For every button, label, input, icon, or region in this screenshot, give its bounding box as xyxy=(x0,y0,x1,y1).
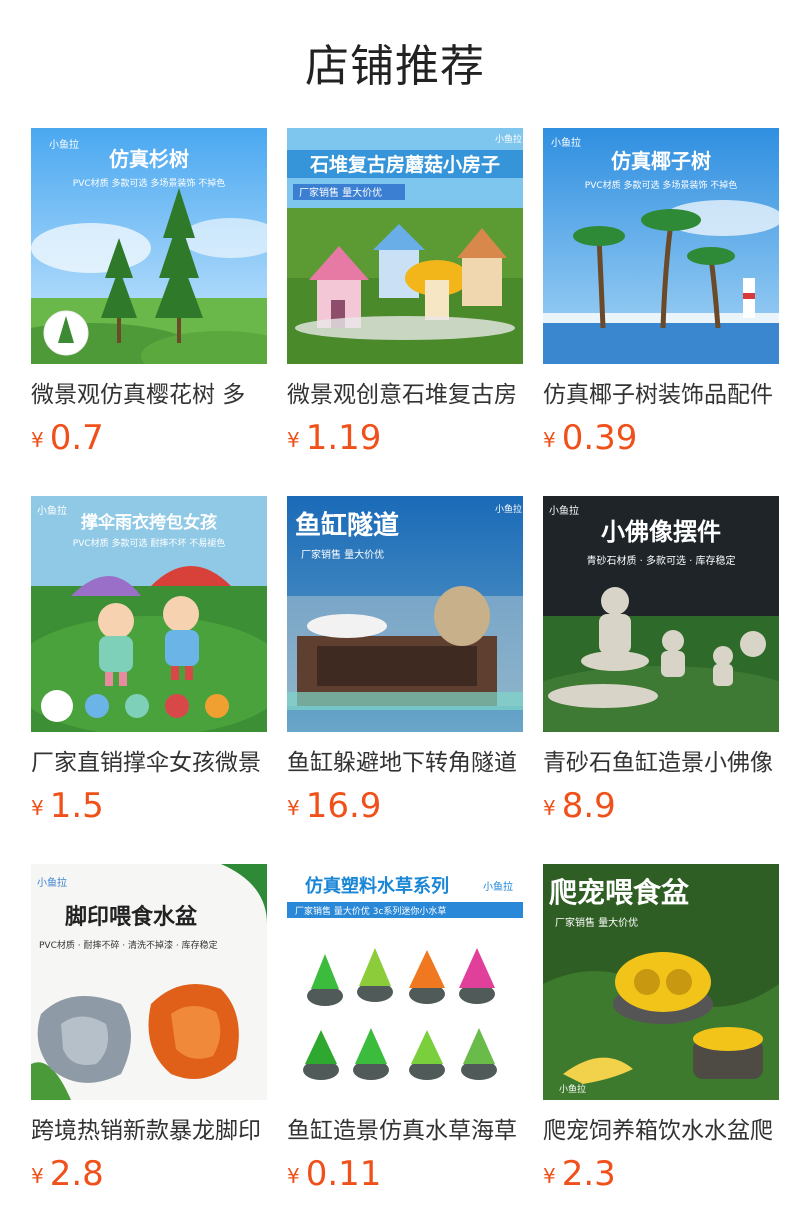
product-card[interactable]: 鱼缸隧道 厂家销售 量大价优 小鱼拉 鱼缸躲避地下转角隧道 ¥16.9 xyxy=(287,496,523,836)
banner-title: 爬宠喂食盆 xyxy=(549,876,690,909)
product-image[interactable]: 仿真塑料水草系列 厂家销售 量大价优 3c系列迷你小水草 小鱼拉 xyxy=(287,864,523,1100)
product-price: ¥2.8 xyxy=(31,1154,104,1194)
brand-mark: 小鱼拉 xyxy=(495,503,522,515)
currency-symbol: ¥ xyxy=(31,428,44,452)
product-name[interactable]: 跨境热销新款暴龙脚印 xyxy=(31,1111,267,1145)
price-value: 0.11 xyxy=(305,1154,382,1194)
brand-mark: 小鱼拉 xyxy=(37,876,67,889)
product-name[interactable]: 鱼缸造景仿真水草海草 xyxy=(287,1111,523,1145)
brand-mark: 小鱼拉 xyxy=(549,504,579,517)
product-image[interactable]: 仿真杉树 PVC材质 多款可选 多场景装饰 不掉色 小鱼拉 xyxy=(31,128,267,364)
price-value: 2.8 xyxy=(49,1154,104,1194)
brand-mark: 小鱼拉 xyxy=(551,136,581,149)
product-image[interactable]: 撑伞雨衣挎包女孩 PVC材质 多款可选 耐摔不坏 不易褪色 小鱼拉 xyxy=(31,496,267,732)
product-card[interactable]: 仿真杉树 PVC材质 多款可选 多场景装饰 不掉色 小鱼拉 微景观仿真樱花树 多… xyxy=(31,128,267,468)
currency-symbol: ¥ xyxy=(31,796,44,820)
product-price: ¥1.19 xyxy=(287,418,381,458)
banner-subtitle: PVC材质 多款可选 耐摔不坏 不易褪色 xyxy=(73,537,225,549)
banner-subtitle: 厂家销售 量大价优 xyxy=(301,548,384,561)
brand-mark: 小鱼拉 xyxy=(49,138,79,151)
banner-subtitle: PVC材质 多款可选 多场景装饰 不掉色 xyxy=(73,177,225,189)
currency-symbol: ¥ xyxy=(543,1164,556,1188)
product-price: ¥0.11 xyxy=(287,1154,381,1194)
price-value: 8.9 xyxy=(561,786,616,826)
product-image[interactable]: 爬宠喂食盆 厂家销售 量大价优 小鱼拉 xyxy=(543,864,779,1100)
product-card[interactable]: 爬宠喂食盆 厂家销售 量大价优 小鱼拉 爬宠饲养箱饮水水盆爬 ¥2.3 xyxy=(543,864,779,1204)
banner-title: 鱼缸隧道 xyxy=(295,510,399,541)
product-price: ¥16.9 xyxy=(287,786,381,826)
product-price: ¥2.3 xyxy=(543,1154,616,1194)
banner-subtitle: PVC材质 多款可选 多场景装饰 不掉色 xyxy=(585,179,737,191)
product-price: ¥0.7 xyxy=(31,418,104,458)
banner-title: 石堆复古房蘑菇小房子 xyxy=(309,153,500,176)
brand-mark: 小鱼拉 xyxy=(37,504,67,517)
product-price: ¥8.9 xyxy=(543,786,616,826)
price-value: 0.7 xyxy=(49,418,104,458)
banner-title: 小佛像摆件 xyxy=(601,518,721,546)
currency-symbol: ¥ xyxy=(287,796,300,820)
brand-mark: 小鱼拉 xyxy=(495,133,522,145)
brand-mark: 小鱼拉 xyxy=(559,1083,586,1095)
product-card[interactable]: 仿真塑料水草系列 厂家销售 量大价优 3c系列迷你小水草 小鱼拉 鱼缸造景仿真水… xyxy=(287,864,523,1204)
product-card[interactable]: 石堆复古房蘑菇小房子 厂家销售 量大价优 小鱼拉 微景观创意石堆复古房 ¥1.1… xyxy=(287,128,523,468)
currency-symbol: ¥ xyxy=(31,1164,44,1188)
product-name[interactable]: 微景观创意石堆复古房 xyxy=(287,375,523,409)
brand-mark: 小鱼拉 xyxy=(483,880,513,893)
product-image[interactable]: 小佛像摆件 青砂石材质 · 多款可选 · 库存稳定 小鱼拉 xyxy=(543,496,779,732)
product-name[interactable]: 厂家直销撑伞女孩微景 xyxy=(31,743,267,777)
product-image[interactable]: 石堆复古房蘑菇小房子 厂家销售 量大价优 小鱼拉 xyxy=(287,128,523,364)
banner-title: 脚印喂食水盆 xyxy=(65,904,198,930)
banner-subtitle: PVC材质 · 耐摔不碎 · 清洗不掉漆 · 库存稳定 xyxy=(39,939,218,951)
product-name[interactable]: 鱼缸躲避地下转角隧道 xyxy=(287,743,523,777)
product-name[interactable]: 仿真椰子树装饰品配件 xyxy=(543,375,779,409)
product-name[interactable]: 微景观仿真樱花树 多 xyxy=(31,375,267,409)
price-value: 1.5 xyxy=(49,786,104,826)
product-image[interactable]: 鱼缸隧道 厂家销售 量大价优 小鱼拉 xyxy=(287,496,523,732)
currency-symbol: ¥ xyxy=(543,796,556,820)
product-price: ¥0.39 xyxy=(543,418,637,458)
banner-title: 撑伞雨衣挎包女孩 xyxy=(81,512,217,533)
product-image[interactable]: 仿真椰子树 PVC材质 多款可选 多场景装饰 不掉色 小鱼拉 xyxy=(543,128,779,364)
price-value: 0.39 xyxy=(561,418,638,458)
banner-subtitle: 厂家销售 量大价优 3c系列迷你小水草 xyxy=(295,905,446,917)
price-value: 2.3 xyxy=(561,1154,616,1194)
price-value: 1.19 xyxy=(305,418,382,458)
currency-symbol: ¥ xyxy=(543,428,556,452)
product-image[interactable]: 脚印喂食水盆 PVC材质 · 耐摔不碎 · 清洗不掉漆 · 库存稳定 小鱼拉 xyxy=(31,864,267,1100)
price-value: 16.9 xyxy=(305,786,382,826)
banner-title: 仿真塑料水草系列 xyxy=(305,875,449,897)
banner-title: 仿真杉树 xyxy=(109,147,189,171)
page-title: 店铺推荐 xyxy=(305,41,485,92)
banner-subtitle: 青砂石材质 · 多款可选 · 库存稳定 xyxy=(586,554,735,567)
product-name[interactable]: 爬宠饲养箱饮水水盆爬 xyxy=(543,1111,779,1145)
currency-symbol: ¥ xyxy=(287,428,300,452)
banner-subtitle: 厂家销售 量大价优 xyxy=(299,186,382,199)
currency-symbol: ¥ xyxy=(287,1164,300,1188)
product-card[interactable]: 脚印喂食水盆 PVC材质 · 耐摔不碎 · 清洗不掉漆 · 库存稳定 小鱼拉 跨… xyxy=(31,864,267,1204)
product-name[interactable]: 青砂石鱼缸造景小佛像 xyxy=(543,743,779,777)
product-card[interactable]: 撑伞雨衣挎包女孩 PVC材质 多款可选 耐摔不坏 不易褪色 小鱼拉 厂家直销撑伞… xyxy=(31,496,267,836)
banner-subtitle: 厂家销售 量大价优 xyxy=(555,916,638,929)
product-price: ¥1.5 xyxy=(31,786,104,826)
product-card[interactable]: 小佛像摆件 青砂石材质 · 多款可选 · 库存稳定 小鱼拉 青砂石鱼缸造景小佛像… xyxy=(543,496,779,836)
product-card[interactable]: 仿真椰子树 PVC材质 多款可选 多场景装饰 不掉色 小鱼拉 仿真椰子树装饰品配… xyxy=(543,128,779,468)
banner-title: 仿真椰子树 xyxy=(611,149,711,173)
